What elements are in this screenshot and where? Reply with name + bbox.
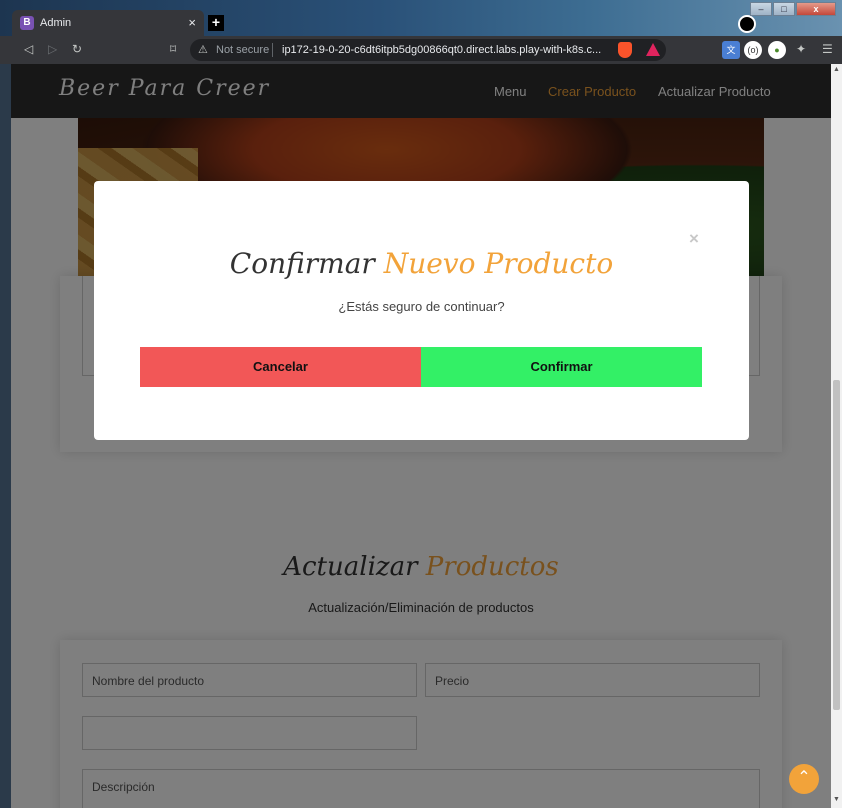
close-window-button[interactable]: x [796, 2, 836, 16]
page-viewport: Beer Para Creer Menu Crear Producto Actu… [11, 64, 831, 808]
maximize-button[interactable]: □ [773, 2, 795, 16]
new-tab-button[interactable]: + [208, 15, 224, 31]
modal-message: ¿Estás seguro de continuar? [338, 299, 505, 314]
reload-icon[interactable]: ↻ [72, 42, 82, 56]
menu-icon[interactable]: ☰ [822, 42, 833, 56]
address-bar[interactable]: ⚠ Not secure ip172-19-0-20-c6dt6itpb5dg0… [190, 39, 666, 61]
browser-tab-bar: B Admin × + – □ x [0, 0, 842, 36]
divider [272, 43, 273, 57]
tab-close-icon[interactable]: × [188, 15, 196, 30]
browser-toolbar: ◁ ▷ ↻ ⌑ ⚠ Not secure ip172-19-0-20-c6dt6… [0, 36, 842, 64]
brave-shields-icon[interactable] [618, 42, 632, 58]
page-scrollbar[interactable]: ▲ ▼ [831, 64, 842, 808]
modal-title: Confirmar Nuevo Producto [94, 247, 749, 280]
modal-title-part-2: Nuevo Producto [383, 247, 614, 280]
translate-icon[interactable]: 文 [722, 41, 740, 59]
bookmark-icon[interactable]: ⌑ [170, 42, 176, 56]
modal-title-part-1: Confirmar [229, 247, 375, 280]
brave-rewards-icon[interactable] [646, 43, 660, 56]
browser-tab[interactable]: B Admin × [12, 10, 204, 36]
minimize-button[interactable]: – [750, 2, 772, 16]
forward-icon[interactable]: ▷ [48, 42, 57, 56]
back-icon[interactable]: ◁ [24, 42, 33, 56]
url-text: ip172-19-0-20-c6dt6itpb5dg00866qt0.direc… [282, 44, 602, 56]
close-icon[interactable]: × [689, 229, 699, 249]
extension-icon[interactable]: (o) [744, 41, 762, 59]
cancel-button[interactable]: Cancelar [140, 347, 421, 387]
scroll-up-icon[interactable]: ▲ [833, 66, 840, 73]
scroll-down-icon[interactable]: ▼ [833, 796, 840, 803]
warning-icon: ⚠ [198, 44, 208, 56]
window-controls: – □ x [750, 2, 836, 18]
extension-globe-icon[interactable]: ● [768, 41, 786, 59]
scrollbar-thumb[interactable] [833, 380, 840, 710]
security-label: Not secure [216, 44, 270, 56]
tab-title: Admin [40, 17, 72, 29]
scroll-to-top-icon[interactable]: ⌃ [789, 764, 819, 794]
bootstrap-favicon-icon: B [20, 16, 34, 30]
extensions-puzzle-icon[interactable]: ✦ [796, 42, 806, 56]
confirm-button[interactable]: Confirmar [421, 347, 702, 387]
confirm-modal: × Confirmar Nuevo Producto ¿Estás seguro… [94, 181, 749, 440]
